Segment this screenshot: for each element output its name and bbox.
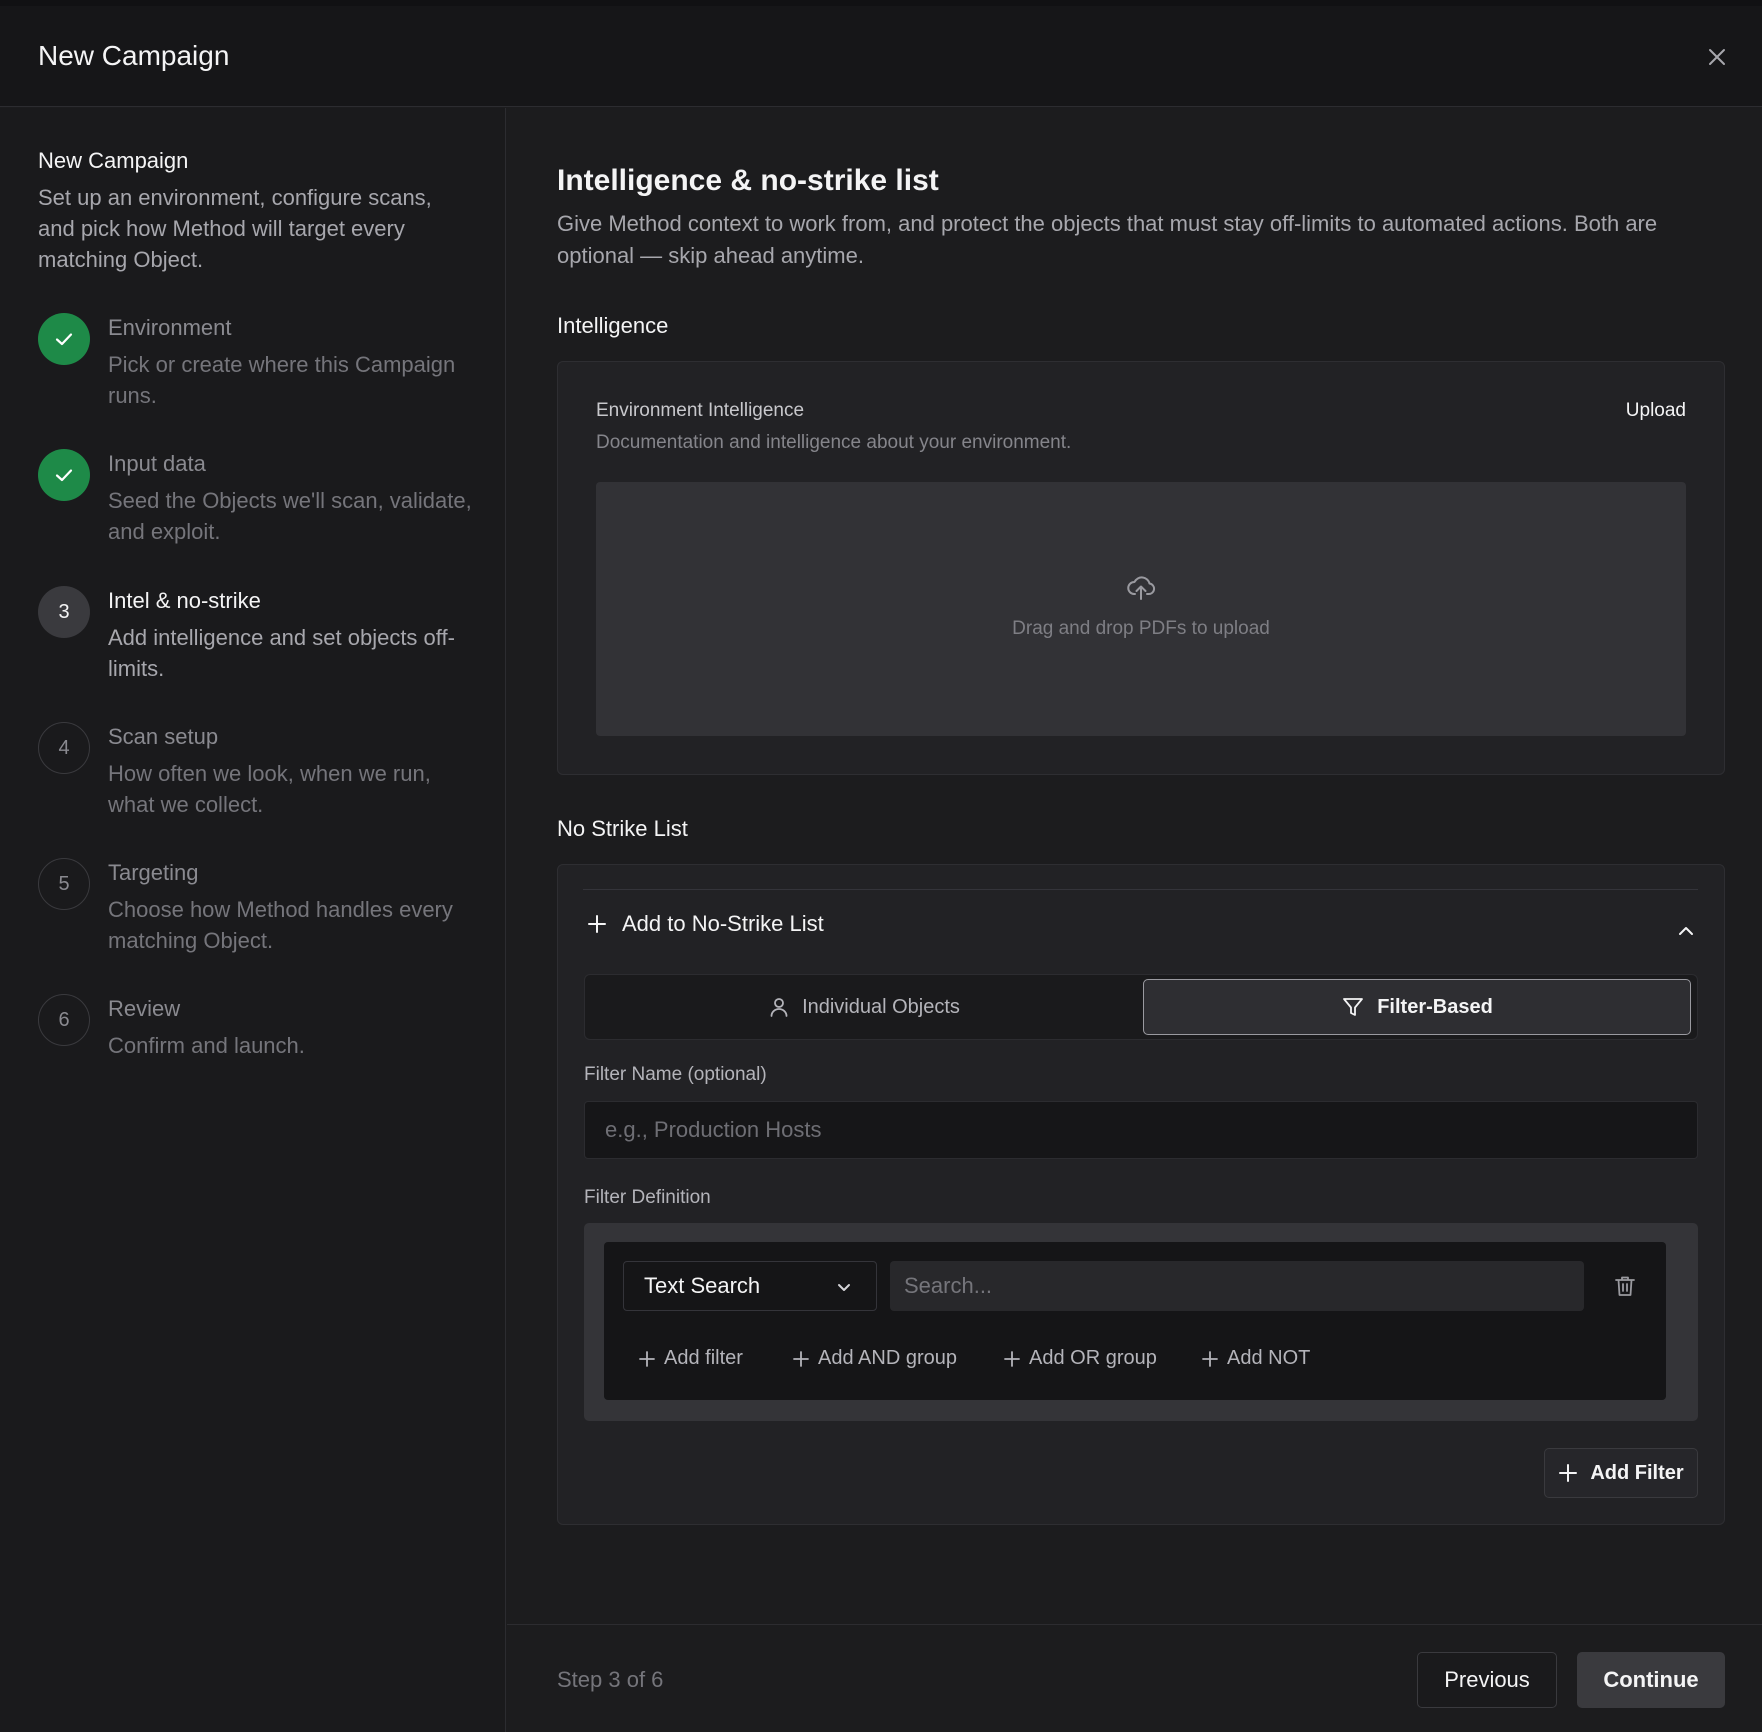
divider xyxy=(583,889,1698,890)
filter-type-select[interactable]: Text Search xyxy=(623,1261,877,1311)
add-filter-link[interactable]: Add filter xyxy=(638,1347,743,1370)
dropzone-text: Drag and drop PDFs to upload xyxy=(1012,618,1270,639)
trash-icon[interactable] xyxy=(1612,1273,1638,1299)
step-title: Input data xyxy=(108,451,206,476)
plus-icon xyxy=(1558,1463,1578,1483)
step-description: Add intelligence and set objects off-lim… xyxy=(108,625,455,681)
filter-name-input[interactable] xyxy=(585,1102,1697,1158)
pdf-dropzone[interactable]: Drag and drop PDFs to upload xyxy=(596,482,1686,736)
filter-search-input[interactable] xyxy=(890,1261,1584,1311)
tab-label: Filter-Based xyxy=(1377,995,1493,1018)
steps-sidebar: New Campaign Set up an environment, conf… xyxy=(0,108,506,1732)
plus-icon xyxy=(638,1350,656,1368)
step-number: 6 xyxy=(38,994,90,1046)
step-description: Confirm and launch. xyxy=(108,1033,305,1058)
chevron-up-icon[interactable] xyxy=(1676,921,1696,941)
add-not-link[interactable]: Add NOT xyxy=(1201,1347,1310,1370)
mode-segmented-control: Individual Objects Filter-Based xyxy=(584,974,1698,1040)
add-filter-button[interactable]: Add Filter xyxy=(1544,1448,1698,1498)
filter-search-field[interactable] xyxy=(890,1261,1584,1311)
step-title: Review xyxy=(108,996,181,1021)
continue-button[interactable]: Continue xyxy=(1577,1652,1725,1708)
intelligence-section-label: Intelligence xyxy=(557,313,669,338)
environment-intelligence-card: Environment Intelligence Documentation a… xyxy=(557,361,1725,775)
tab-individual-objects[interactable]: Individual Objects xyxy=(589,979,1139,1035)
step-title: Intel & no-strike xyxy=(108,588,261,613)
add-to-no-strike-toggle[interactable]: Add to No-Strike List xyxy=(586,911,824,937)
action-label: Add OR group xyxy=(1029,1347,1157,1369)
step-description: Choose how Method handles every matching… xyxy=(108,897,453,953)
step-indicator: Step 3 of 6 xyxy=(557,1667,664,1692)
previous-button[interactable]: Previous xyxy=(1417,1652,1557,1708)
dialog-title: New Campaign xyxy=(38,40,230,71)
step-number: 4 xyxy=(38,722,90,774)
upload-button[interactable]: Upload xyxy=(1626,400,1686,422)
plus-icon xyxy=(792,1350,810,1368)
filter-icon xyxy=(1341,995,1365,1019)
action-label: Add NOT xyxy=(1227,1347,1311,1369)
step-description: How often we look, when we run, what we … xyxy=(108,761,431,817)
filter-group: Text Search Add filter xyxy=(604,1242,1666,1400)
plus-icon xyxy=(1003,1350,1021,1368)
step-number: 5 xyxy=(38,858,90,910)
close-icon[interactable] xyxy=(1702,42,1732,72)
action-label: Add AND group xyxy=(818,1347,957,1369)
sidebar-title: New Campaign xyxy=(38,148,189,173)
filter-name-field[interactable] xyxy=(584,1101,1698,1159)
card-description: Documentation and intelligence about you… xyxy=(596,432,1072,453)
add-to-no-strike-label: Add to No-Strike List xyxy=(622,911,824,936)
step-title: Environment xyxy=(108,315,232,340)
plus-icon xyxy=(586,913,608,935)
chevron-down-icon xyxy=(834,1277,854,1297)
check-icon xyxy=(38,449,90,501)
action-label: Add filter xyxy=(664,1347,743,1369)
add-filter-button-label: Add Filter xyxy=(1590,1461,1684,1484)
user-icon xyxy=(768,996,790,1018)
step-description: Pick or create where this Campaign runs. xyxy=(108,352,456,408)
tab-label: Individual Objects xyxy=(802,995,960,1018)
dialog-footer: Step 3 of 6 Previous Continue xyxy=(507,1624,1762,1732)
sidebar-description: Set up an environment, configure scans, … xyxy=(38,185,432,272)
add-and-group-link[interactable]: Add AND group xyxy=(792,1347,957,1370)
step-title: Targeting xyxy=(108,860,199,885)
filter-type-value: Text Search xyxy=(644,1273,761,1298)
upload-cloud-icon xyxy=(1125,571,1157,603)
page-description: Give Method context to work from, and pr… xyxy=(557,211,1658,268)
step-title: Scan setup xyxy=(108,724,219,749)
filter-definition-label: Filter Definition xyxy=(584,1187,711,1208)
filter-definition-panel: Text Search Add filter xyxy=(584,1223,1698,1421)
dialog-header: New Campaign xyxy=(0,6,1762,107)
page-title: Intelligence & no-strike list xyxy=(557,164,939,197)
step-description: Seed the Objects we'll scan, validate, a… xyxy=(108,488,472,544)
add-or-group-link[interactable]: Add OR group xyxy=(1003,1347,1157,1370)
step-number: 3 xyxy=(38,586,90,638)
no-strike-card: Add to No-Strike List Individual Objects… xyxy=(557,864,1725,1525)
tab-filter-based[interactable]: Filter-Based xyxy=(1143,979,1691,1035)
check-icon xyxy=(38,313,90,365)
main-content: Intelligence & no-strike list Give Metho… xyxy=(507,108,1762,1624)
no-strike-section-label: No Strike List xyxy=(557,816,688,841)
card-title: Environment Intelligence xyxy=(596,400,805,421)
plus-icon xyxy=(1201,1350,1219,1368)
filter-name-label: Filter Name (optional) xyxy=(584,1064,767,1085)
